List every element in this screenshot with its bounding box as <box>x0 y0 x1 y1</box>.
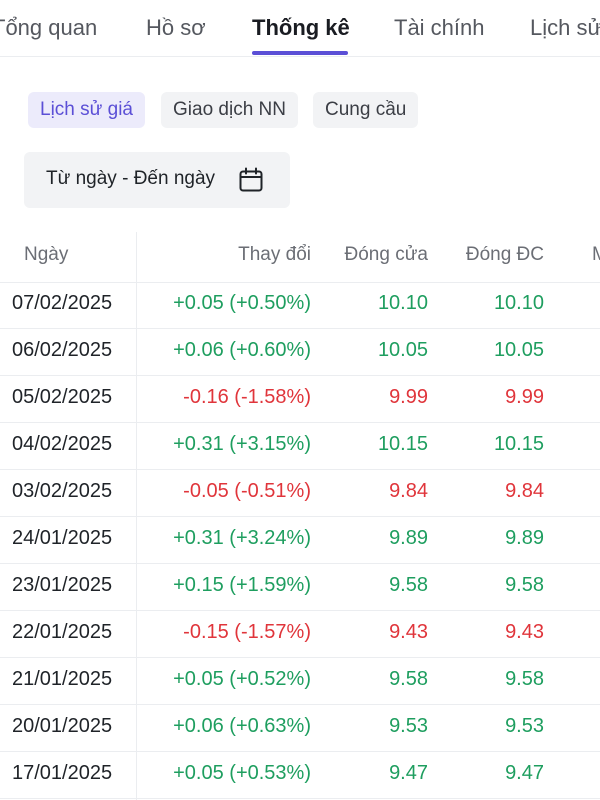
table-row[interactable]: 03/02/2025 -0.05 (-0.51%) 9.84 9.84 <box>0 470 600 517</box>
table-row[interactable]: 23/01/2025 +0.15 (+1.59%) 9.58 9.58 <box>0 564 600 611</box>
row-change: -0.16 (-1.58%) <box>183 386 311 408</box>
column-header-next[interactable]: M <box>592 244 600 266</box>
date-range-picker[interactable]: Từ ngày - Đến ngày <box>24 152 290 208</box>
date-range-label: Từ ngày - Đến ngày <box>46 168 216 189</box>
row-change: -0.05 (-0.51%) <box>183 480 311 502</box>
tab-statistics[interactable]: Thống kê <box>252 14 350 42</box>
row-date: 07/02/2025 <box>12 292 113 314</box>
row-close-price: 9.47 <box>389 762 428 784</box>
row-date: 21/01/2025 <box>12 668 113 690</box>
row-adjusted-close: 9.89 <box>505 527 544 549</box>
column-header-close[interactable]: Đóng cửa <box>345 244 429 266</box>
row-adjusted-close: 9.43 <box>505 621 544 643</box>
row-date: 20/01/2025 <box>12 715 113 737</box>
row-date: 03/02/2025 <box>12 480 113 502</box>
row-adjusted-close: 9.99 <box>505 386 544 408</box>
column-header-adjusted-close[interactable]: Đóng ĐC <box>466 244 544 266</box>
row-close-price: 9.89 <box>389 527 428 549</box>
table-row[interactable]: 21/01/2025 +0.05 (+0.52%) 9.58 9.58 <box>0 658 600 705</box>
price-history-table: 07/02/2025 +0.05 (+0.50%) 10.10 10.10 06/02/… <box>0 282 600 799</box>
table-row[interactable]: 17/01/2025 +0.05 (+0.53%) 9.47 9.47 <box>0 752 600 799</box>
row-change: -0.15 (-1.57%) <box>183 621 311 643</box>
row-change: +0.06 (+0.60%) <box>173 339 311 361</box>
table-header: Ngày Thay đổi Đóng cửa Đóng ĐC M <box>0 232 600 283</box>
row-close-price: 10.15 <box>377 433 428 455</box>
row-close-price: 10.05 <box>377 339 428 361</box>
subtab-supply-demand[interactable]: Cung cầu <box>313 92 419 128</box>
tab-history[interactable]: Lịch sử <box>530 14 600 42</box>
row-date: 05/02/2025 <box>12 386 113 408</box>
table-row[interactable]: 06/02/2025 +0.06 (+0.60%) 10.05 10.05 <box>0 329 600 376</box>
row-adjusted-close: 10.10 <box>493 292 544 314</box>
row-change: +0.05 (+0.50%) <box>173 292 311 314</box>
row-close-price: 9.58 <box>389 574 428 596</box>
table-row[interactable]: 22/01/2025 -0.15 (-1.57%) 9.43 9.43 <box>0 611 600 658</box>
table-row[interactable]: 24/01/2025 +0.31 (+3.24%) 9.89 9.89 <box>0 517 600 564</box>
row-close-price: 9.99 <box>389 386 428 408</box>
row-adjusted-close: 10.05 <box>493 339 544 361</box>
calendar-icon <box>239 167 263 192</box>
row-change: +0.05 (+0.52%) <box>173 668 311 690</box>
active-tab-indicator <box>252 51 348 55</box>
row-adjusted-close: 9.58 <box>505 574 544 596</box>
row-close-price: 9.58 <box>389 668 428 690</box>
row-date: 22/01/2025 <box>12 621 113 643</box>
row-close-price: 9.84 <box>389 480 428 502</box>
row-date: 04/02/2025 <box>12 433 113 455</box>
row-adjusted-close: 9.53 <box>505 715 544 737</box>
row-close-price: 9.53 <box>389 715 428 737</box>
table-row[interactable]: 05/02/2025 -0.16 (-1.58%) 9.99 9.99 <box>0 376 600 423</box>
row-adjusted-close: 9.84 <box>505 480 544 502</box>
table-row[interactable]: 07/02/2025 +0.05 (+0.50%) 10.10 10.10 <box>0 282 600 329</box>
row-adjusted-close: 10.15 <box>493 433 544 455</box>
subtab-foreign-trading[interactable]: Giao dịch NN <box>161 92 298 128</box>
table-row[interactable]: 04/02/2025 +0.31 (+3.15%) 10.15 10.15 <box>0 423 600 470</box>
row-date: 23/01/2025 <box>12 574 113 596</box>
row-date: 06/02/2025 <box>12 339 113 361</box>
table-row[interactable]: 20/01/2025 +0.06 (+0.63%) 9.53 9.53 <box>0 705 600 752</box>
row-change: +0.05 (+0.53%) <box>173 762 311 784</box>
row-change: +0.31 (+3.15%) <box>173 433 311 455</box>
row-adjusted-close: 9.58 <box>505 668 544 690</box>
row-adjusted-close: 9.47 <box>505 762 544 784</box>
row-change: +0.15 (+1.59%) <box>173 574 311 596</box>
column-header-date[interactable]: Ngày <box>24 244 68 266</box>
column-header-change[interactable]: Thay đổi <box>238 244 311 266</box>
tab-profile[interactable]: Hồ sơ <box>146 14 206 42</box>
tab-overview[interactable]: Tổng quan <box>0 14 97 42</box>
row-date: 24/01/2025 <box>12 527 113 549</box>
tab-finance[interactable]: Tài chính <box>394 14 485 42</box>
row-close-price: 10.10 <box>377 292 428 314</box>
row-close-price: 9.43 <box>389 621 428 643</box>
subtab-price-history[interactable]: Lịch sử giá <box>28 92 145 128</box>
row-change: +0.06 (+0.63%) <box>173 715 311 737</box>
row-change: +0.31 (+3.24%) <box>173 527 311 549</box>
top-tab-bar: Tổng quan Hồ sơ Thống kê Tài chính Lịch … <box>0 0 600 57</box>
row-date: 17/01/2025 <box>12 762 113 784</box>
